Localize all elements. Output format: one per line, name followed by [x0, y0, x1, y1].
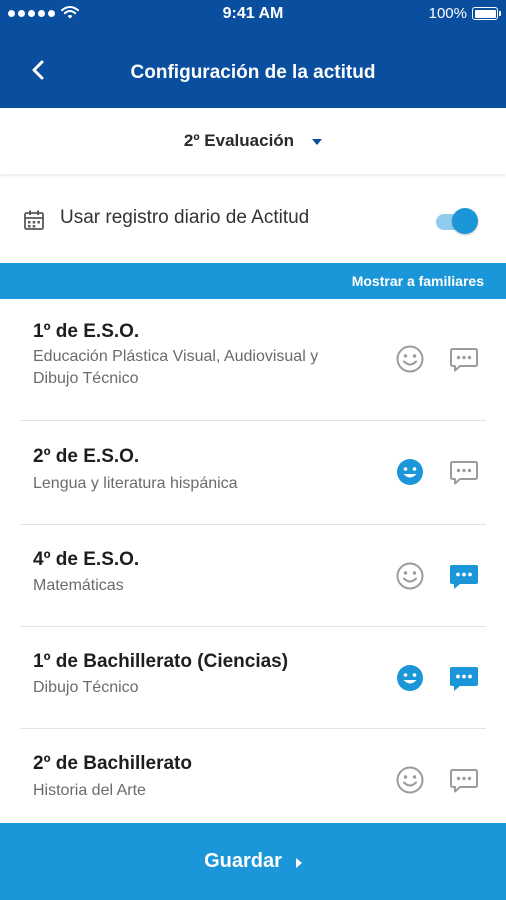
chat-bubble-icon[interactable] — [449, 765, 479, 795]
course-subject: Matemáticas — [33, 577, 124, 594]
course-title: 2º de Bachillerato — [33, 753, 192, 774]
back-button[interactable] — [20, 52, 56, 88]
caret-down-icon — [312, 139, 323, 145]
chat-bubble-icon[interactable] — [449, 457, 479, 487]
status-bar: 9:41 AM 100% — [0, 0, 506, 30]
toggle-knob — [452, 208, 478, 234]
save-label: Guardar — [204, 850, 282, 872]
period-label: 2º Evaluación — [183, 131, 295, 150]
daily-record-label: Usar registro diario de Actitud — [60, 207, 310, 228]
course-subject: Lengua y literatura hispánica — [33, 475, 238, 492]
page-title: Configuración de la actitud — [130, 62, 376, 83]
show-to-families-header: Mostrar a familiares — [0, 263, 506, 299]
course-title: 1º de Bachillerato (Ciencias) — [33, 651, 289, 672]
course-row: 1º de Bachillerato (Ciencias) Dibujo Técn… — [0, 627, 506, 729]
course-row: 2º de E.S.O. Lengua y literatura hispánic… — [0, 421, 506, 525]
course-row: 2º de Bachillerato Historia del Arte — [0, 729, 506, 823]
course-row: 1º de E.S.O. Educación Plástica Visual, A… — [0, 299, 506, 421]
calendar-icon — [24, 210, 44, 230]
course-subject: Dibujo Técnico — [33, 679, 139, 696]
chat-bubble-icon[interactable] — [449, 561, 479, 591]
daily-record-toggle[interactable] — [436, 208, 480, 234]
course-subject: Historia del Arte — [33, 782, 146, 799]
course-subject: Educación Plástica Visual, Audiovisual y… — [33, 348, 319, 387]
status-right: 100% — [428, 5, 501, 22]
smiley-face-icon[interactable] — [395, 765, 425, 795]
battery-icon — [472, 7, 501, 20]
app-header: 9:41 AM 100% Configuración de la actitud — [0, 0, 506, 108]
smiley-face-icon[interactable] — [395, 663, 425, 693]
course-title: 2º de E.S.O. — [33, 446, 140, 467]
period-selector[interactable]: 2º Evaluación — [0, 108, 506, 174]
chevron-right-icon — [295, 857, 302, 868]
chat-bubble-icon[interactable] — [449, 344, 479, 374]
course-title: 1º de E.S.O. — [33, 321, 140, 342]
chat-bubble-icon[interactable] — [449, 663, 479, 693]
back-arrow-icon — [32, 60, 44, 80]
course-row: 4º de E.S.O. Matemáticas — [0, 525, 506, 627]
course-title: 4º de E.S.O. — [33, 549, 140, 570]
battery-percent: 100% — [428, 5, 467, 22]
save-button[interactable]: Guardar — [0, 823, 506, 900]
smiley-face-icon[interactable] — [395, 457, 425, 487]
smiley-face-icon[interactable] — [395, 344, 425, 374]
smiley-face-icon[interactable] — [395, 561, 425, 591]
